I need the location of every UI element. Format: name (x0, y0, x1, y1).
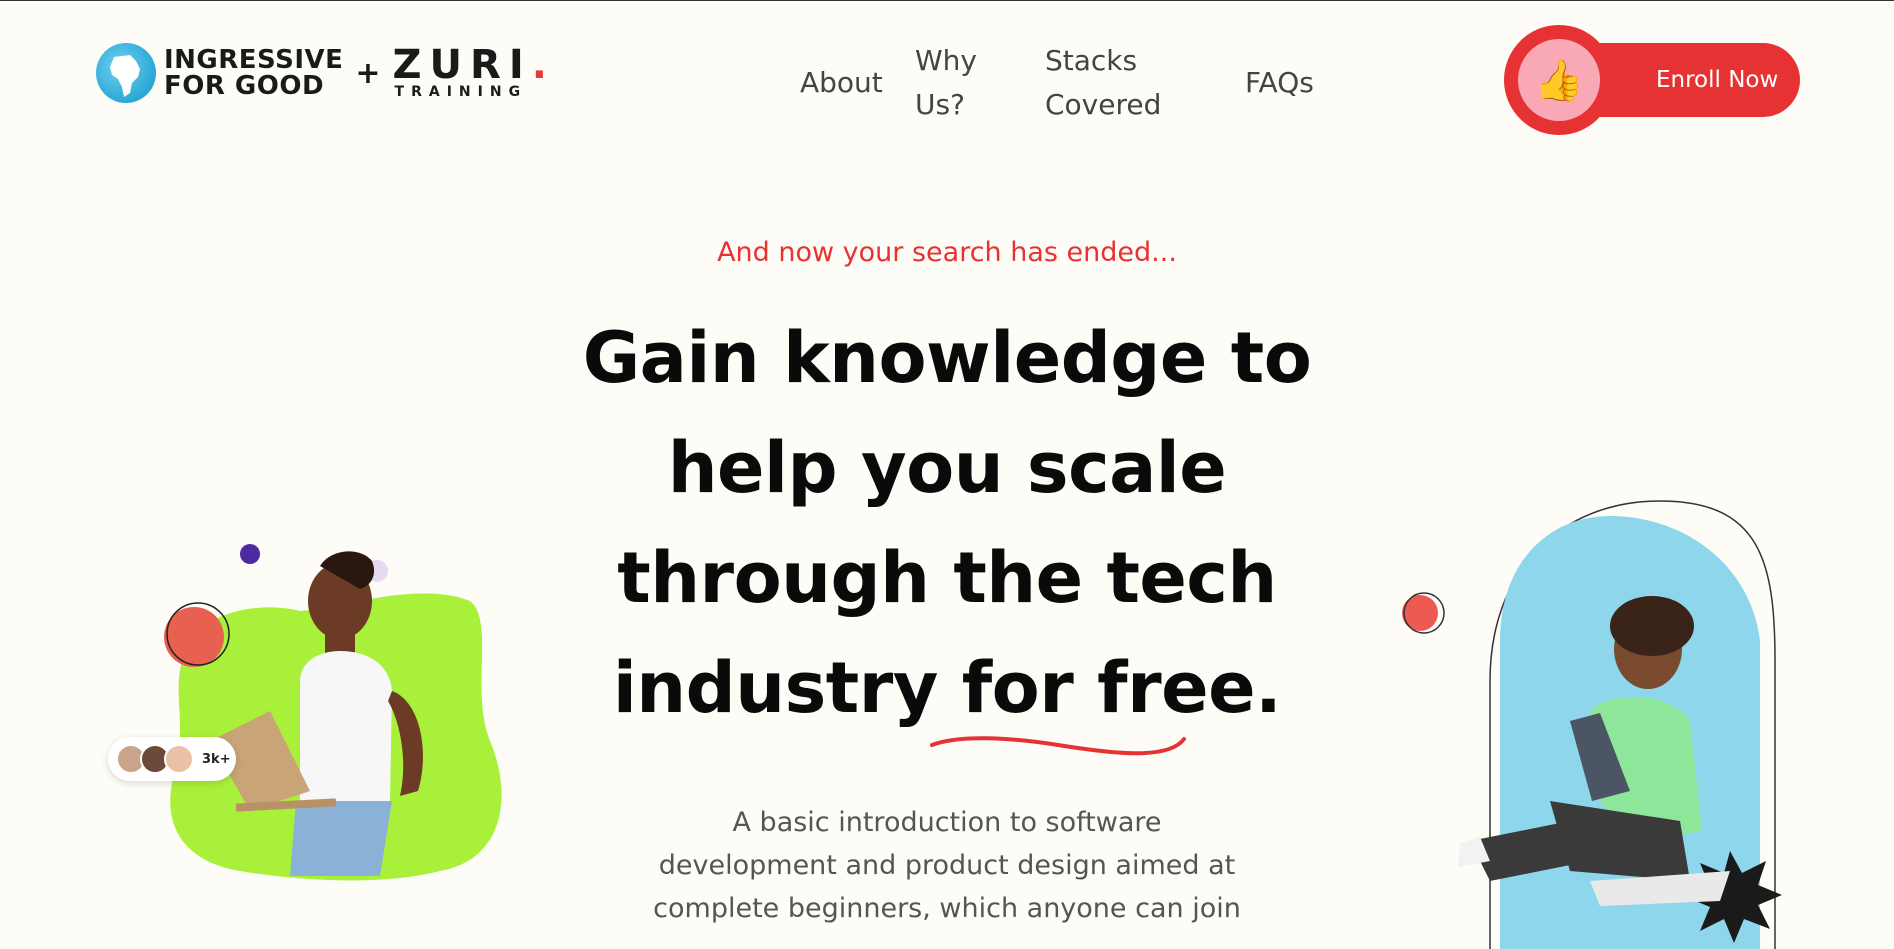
nav-item-stacks-line2: Covered (1045, 88, 1162, 121)
hero-left-illustration (164, 544, 502, 881)
nav-item-stacks-line1: Stacks (1045, 44, 1138, 77)
avatar (164, 744, 194, 774)
red-dot-icon (1402, 595, 1438, 631)
hero-right-illustration (1402, 500, 1782, 949)
nav-item-why-us-line1: Why (915, 44, 978, 77)
headline-line: help you scale (667, 427, 1227, 509)
nav-item-stacks-covered[interactable]: Stacks Covered (1045, 39, 1161, 127)
students-avatar-badge: 3k+ (108, 737, 236, 781)
description-line: complete beginners, which anyone can joi… (653, 893, 1241, 924)
headline-line: industry for free. (612, 647, 1282, 729)
nav-item-why-us[interactable]: Why Us? (915, 39, 977, 127)
headline-line: through the tech (617, 537, 1277, 619)
students-count: 3k+ (202, 751, 231, 767)
nav-item-faqs[interactable]: FAQs (1245, 61, 1314, 105)
headline-underline-squiggle (930, 736, 1186, 756)
nav-item-why-us-line2: Us? (915, 88, 965, 121)
hero-description: A basic introduction to software develop… (647, 801, 1247, 930)
hero-headline: Gain knowledge to help you scale through… (547, 303, 1347, 743)
purple-dot-icon (240, 544, 260, 564)
headline-line: Gain knowledge to (582, 317, 1312, 399)
nav-item-about[interactable]: About (800, 61, 883, 105)
description-line: A basic introduction to software (732, 807, 1162, 838)
description-line: development and product design aimed at (658, 850, 1236, 881)
